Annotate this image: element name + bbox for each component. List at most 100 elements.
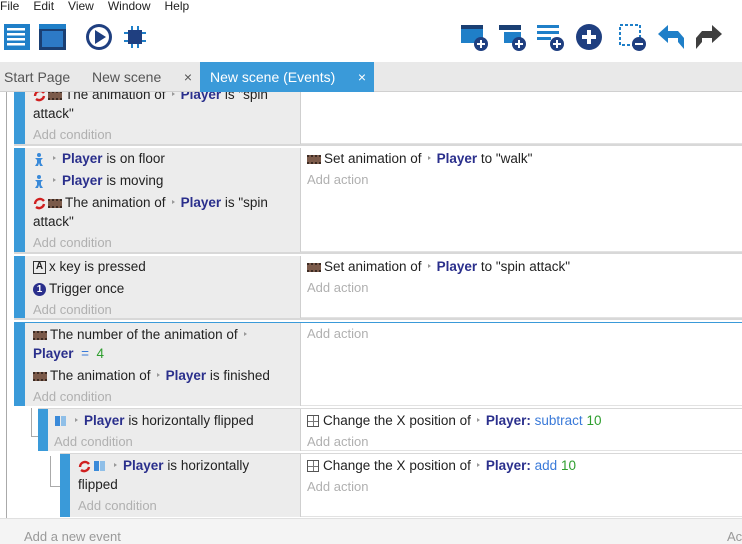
tree-line	[6, 92, 7, 536]
action[interactable]: Change the X position of Player: add 10	[307, 457, 576, 475]
add-condition-link[interactable]: Add condition	[33, 389, 112, 405]
action[interactable]: Change the X position of Player: subtract…	[307, 412, 601, 430]
menu-window[interactable]: Window	[108, 0, 151, 14]
condition[interactable]: The number of the animation of	[33, 326, 253, 344]
actions-panel[interactable]: Set animation of Player to "spin attack" …	[301, 256, 742, 318]
triangle-icon	[427, 264, 431, 269]
event-handle[interactable]	[38, 409, 48, 451]
condition[interactable]: Player is on floor	[33, 150, 165, 168]
add-action-link[interactable]: Add action	[307, 280, 368, 296]
add-action-link[interactable]: Add action	[307, 326, 368, 342]
triangle-icon	[427, 156, 431, 161]
add-condition-link[interactable]: Add condition	[78, 498, 157, 514]
delete-icon[interactable]	[618, 22, 648, 52]
triangle-icon	[171, 200, 175, 205]
animation-icon	[307, 154, 321, 164]
condition[interactable]: Ax key is pressed	[33, 258, 146, 276]
event-handle[interactable]	[14, 323, 25, 406]
add-condition-link[interactable]: Add condition	[33, 302, 112, 318]
menu-view[interactable]: View	[68, 0, 94, 14]
condition-wrap: Player = 4	[33, 346, 104, 361]
condition[interactable]: The animation of Player is finished	[33, 367, 270, 385]
tab-new-scene[interactable]: New scene ×	[88, 62, 200, 92]
project-manager-icon[interactable]	[3, 22, 33, 52]
tree-line	[50, 486, 60, 487]
spin-icon	[78, 460, 91, 473]
position-icon	[307, 460, 319, 473]
triangle-icon	[476, 463, 480, 468]
add-condition-link[interactable]: Add condition	[33, 235, 112, 251]
condition[interactable]: Player is moving	[33, 172, 163, 190]
tab-label: New scene	[92, 69, 162, 85]
menu-help[interactable]: Help	[165, 0, 190, 14]
event-row[interactable]: The number of the animation of Player = …	[14, 322, 742, 406]
animation-icon	[48, 92, 62, 100]
animation-icon	[48, 198, 62, 208]
tree-line	[50, 456, 51, 486]
action[interactable]: Set animation of Player to "spin attack"	[307, 258, 570, 276]
add-new-right-link[interactable]: Ac	[727, 529, 742, 544]
close-tab-icon[interactable]: ×	[358, 62, 366, 92]
add-action-link[interactable]: Add action	[307, 479, 368, 495]
scene-editor-icon[interactable]	[38, 22, 68, 52]
event-row[interactable]: The animation of Player is "spin attack" …	[14, 92, 742, 146]
tree-line	[31, 408, 32, 436]
tab-start-page[interactable]: Start Page	[0, 62, 84, 92]
add-action-link[interactable]: Add action	[307, 434, 368, 450]
condition[interactable]: Player is horizontally flipped	[54, 412, 254, 430]
player-platformer-icon	[35, 174, 43, 188]
conditions-panel[interactable]: Player is horizontally flipped Add condi…	[48, 409, 301, 451]
events-sheet[interactable]: The animation of Player is "spin attack" …	[0, 92, 742, 544]
event-row[interactable]: Ax key is pressed 1 Trigger once Add cond…	[14, 256, 742, 320]
actions-panel[interactable]: Add action	[301, 323, 742, 406]
debugger-icon[interactable]	[120, 22, 150, 52]
condition[interactable]: Player is horizontally	[78, 457, 249, 475]
menu-edit[interactable]: Edit	[33, 0, 54, 14]
condition[interactable]: The animation of Player is "spin	[33, 92, 268, 104]
animation-icon	[307, 262, 321, 272]
conditions-panel[interactable]: Ax key is pressed 1 Trigger once Add cond…	[25, 256, 301, 318]
add-more-icon[interactable]	[574, 22, 604, 52]
sub-event-row[interactable]: Player is horizontally flipped Add condi…	[60, 453, 742, 517]
tab-bar: Start Page New scene × New scene (Events…	[0, 62, 742, 92]
actions-panel[interactable]: Change the X position of Player: subtract…	[301, 409, 742, 451]
add-sub-event-icon[interactable]	[498, 22, 528, 52]
condition[interactable]: 1 Trigger once	[33, 280, 124, 298]
actions-panel[interactable]: Change the X position of Player: add 10 A…	[301, 454, 742, 517]
event-row[interactable]: Player is on floor Player is moving The …	[14, 148, 742, 254]
add-condition-link[interactable]: Add condition	[54, 434, 133, 450]
undo-icon[interactable]	[656, 22, 686, 52]
tab-new-scene-events[interactable]: New scene (Events) ×	[200, 62, 374, 92]
event-handle[interactable]	[14, 148, 25, 252]
preview-play-icon[interactable]	[84, 22, 114, 52]
menu-bar: File Edit View Window Help	[0, 0, 742, 14]
add-new-event-link[interactable]: Add a new event	[24, 529, 121, 544]
menu-file[interactable]: File	[0, 0, 19, 14]
conditions-panel[interactable]: Player is on floor Player is moving The …	[25, 148, 301, 252]
position-icon	[307, 415, 319, 428]
actions-panel[interactable]: Set animation of Player to "walk" Add act…	[301, 148, 742, 252]
trigger-once-icon: 1	[33, 282, 46, 296]
close-tab-icon[interactable]: ×	[184, 62, 192, 92]
event-handle[interactable]	[14, 92, 25, 144]
action[interactable]: Set animation of Player to "walk"	[307, 150, 532, 168]
conditions-panel[interactable]: The number of the animation of Player = …	[25, 323, 301, 406]
conditions-panel[interactable]: Player is horizontally flipped Add condi…	[70, 454, 301, 517]
condition[interactable]: The animation of Player is "spin	[33, 194, 268, 212]
triangle-icon	[156, 373, 160, 378]
redo-icon[interactable]	[694, 22, 724, 52]
event-handle[interactable]	[14, 256, 25, 318]
tab-label: Start Page	[4, 69, 71, 85]
actions-panel[interactable]	[301, 92, 742, 144]
condition-wrap: attack"	[33, 106, 74, 121]
add-comment-icon[interactable]	[536, 22, 566, 52]
animation-icon	[33, 371, 47, 381]
triangle-icon	[476, 418, 480, 423]
event-handle[interactable]	[60, 454, 70, 517]
add-action-link[interactable]: Add action	[307, 172, 368, 188]
sub-event-row[interactable]: Player is horizontally flipped Add condi…	[38, 408, 742, 451]
conditions-panel[interactable]: The animation of Player is "spin attack" …	[25, 92, 301, 144]
flip-icon	[55, 416, 66, 427]
add-event-icon[interactable]	[460, 22, 490, 52]
add-condition-link[interactable]: Add condition	[33, 127, 112, 143]
